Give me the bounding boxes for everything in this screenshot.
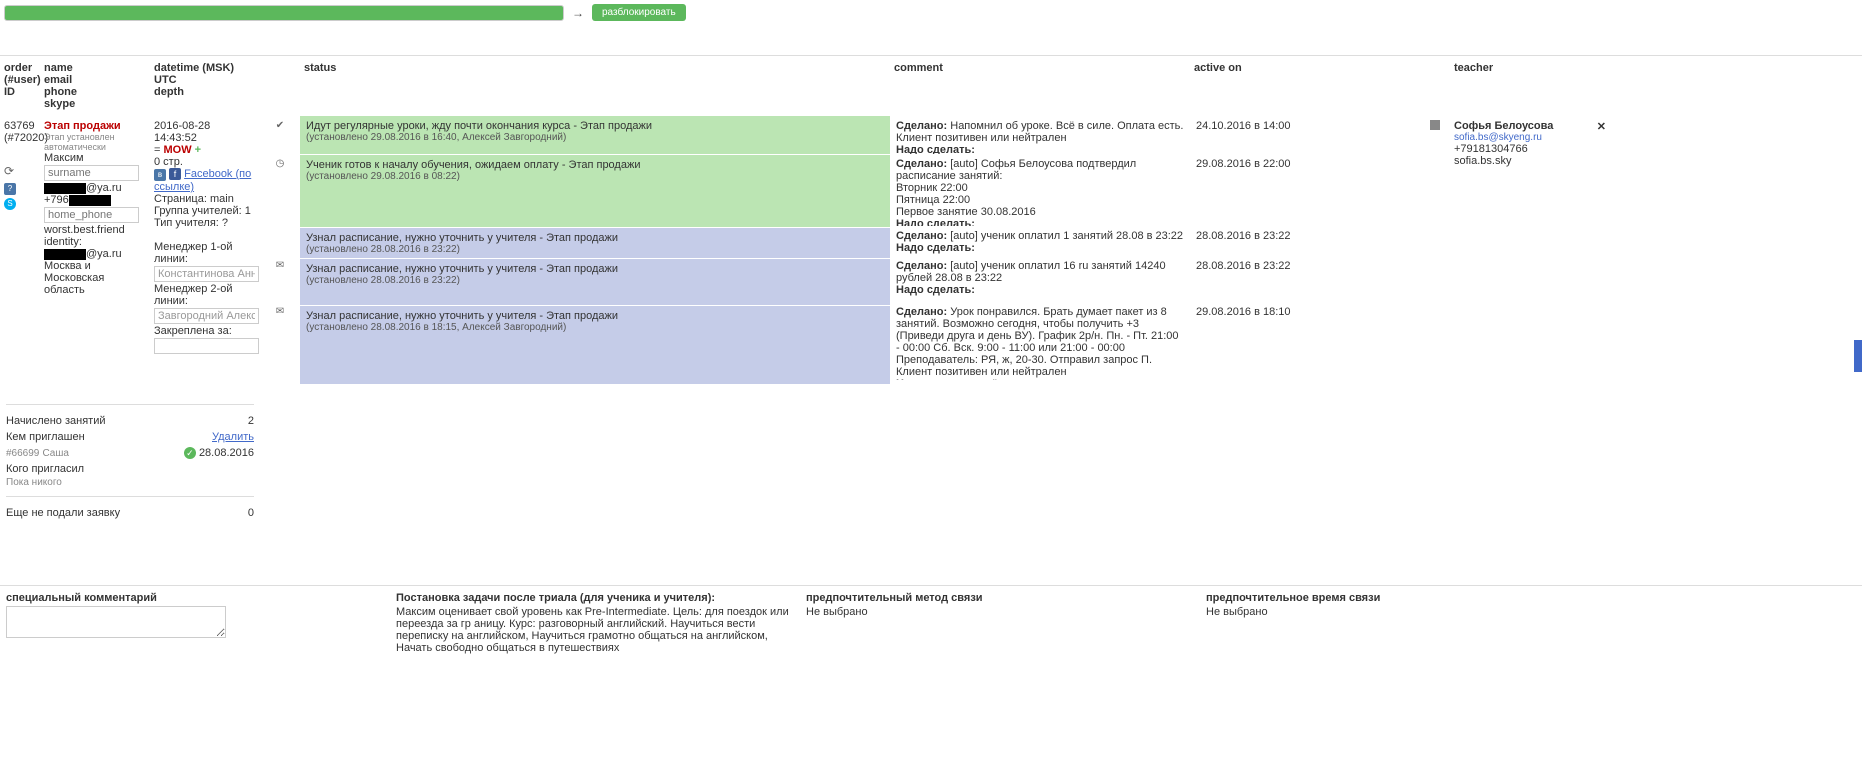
teacher-skype: sofia.bs.sky	[1454, 155, 1606, 167]
fixed-input[interactable]	[154, 338, 259, 354]
status-row[interactable]: Идут регулярные уроки, жду почти окончан…	[300, 116, 890, 154]
fixed-label: Закреплена за:	[154, 325, 256, 337]
trial-task-label: Постановка задачи после триала (для учен…	[396, 592, 796, 604]
header-name: name email phone skype	[40, 56, 150, 116]
home-phone-input[interactable]	[44, 207, 139, 223]
row-icon: ✉	[264, 260, 296, 306]
lessons-label: Начислено занятий	[6, 415, 106, 427]
sq-cell	[1420, 302, 1450, 380]
comment-cell: Сделано: Напомнил об уроке. Всё в силе. …	[890, 116, 1190, 154]
status-row[interactable]: Ученик готов к началу обучения, ожидаем …	[300, 155, 890, 227]
skype-icon[interactable]: S	[4, 198, 16, 210]
active-on-cell: 28.08.2016 в 23:22	[1190, 226, 1420, 256]
teacher-type: Тип учителя: ?	[154, 217, 256, 229]
trial-task-text: Максим оценивает свой уровень как Pre-In…	[396, 606, 796, 654]
unblock-button[interactable]: разблокировать	[592, 4, 686, 21]
mgr1-label: Менеджер 1-ой линии:	[154, 241, 256, 265]
page-display: Страница: main	[154, 193, 256, 205]
mgr1-input[interactable]	[154, 266, 259, 282]
header-comment: comment	[890, 56, 1190, 116]
tz-row: = MOW +	[154, 144, 256, 156]
header-datetime: datetime (MSK) UTC depth	[150, 56, 260, 116]
status-row[interactable]: Узнал расписание, нужно уточнить у учите…	[300, 306, 890, 384]
add-icon[interactable]: +	[195, 144, 201, 156]
header-sq	[1420, 56, 1450, 116]
order-id: 63769	[4, 120, 36, 132]
active-on-cell: 28.08.2016 в 23:22	[1190, 256, 1420, 302]
status-row[interactable]: Узнал расписание, нужно уточнить у учите…	[300, 259, 890, 305]
identity-label: identity:	[44, 236, 146, 248]
invited-by-label: Кем приглашен	[6, 431, 85, 443]
email-display: @ya.ru	[44, 182, 146, 194]
pref-time-label: предпочтительное время связи	[1206, 592, 1586, 604]
refresh-icon[interactable]: ⟳	[4, 164, 36, 178]
not-applied-label: Еще не подали заявку	[6, 507, 120, 519]
stop-icon[interactable]	[1430, 120, 1440, 130]
vk-icon[interactable]: ?	[4, 183, 16, 195]
header-teacher: teacher	[1450, 56, 1610, 116]
row-icon: ✉	[264, 306, 296, 384]
invited-who-value: Пока никого	[6, 477, 254, 488]
fb-icon[interactable]: f	[169, 168, 181, 180]
header-active: active on	[1190, 56, 1420, 116]
ref-id: #66699	[6, 448, 39, 459]
active-on-cell: 29.08.2016 в 22:00	[1190, 154, 1420, 226]
surname-input[interactable]	[44, 165, 139, 181]
order-user-id: (#72020)	[4, 132, 36, 144]
check-dot-icon: ✓	[184, 447, 196, 459]
row-icon: ✔	[264, 120, 296, 158]
active-on-cell: 29.08.2016 в 18:10	[1190, 302, 1420, 380]
row-icon	[264, 230, 296, 260]
mgr2-input[interactable]	[154, 308, 259, 324]
not-applied-value: 0	[248, 507, 254, 519]
active-on-cell: 24.10.2016 в 14:00	[1190, 116, 1420, 154]
stage-sublabel: Этап установлен автоматически	[44, 132, 146, 152]
skype-display: worst.best.friend	[44, 224, 146, 236]
progress-fill	[5, 6, 563, 20]
first-name: Максим	[44, 152, 146, 164]
arrow-icon: →	[572, 6, 584, 20]
comment-cell: Сделано: Урок понравился. Брать думает п…	[890, 302, 1190, 380]
teacher-close-icon[interactable]: ✕	[1597, 120, 1606, 133]
progress-bar	[4, 5, 564, 21]
status-row[interactable]: Узнал расписание, нужно уточнить у учите…	[300, 228, 890, 258]
teacher-email[interactable]: sofia.bs@skyeng.ru	[1454, 132, 1606, 143]
header-order-id: order (#user) ID	[0, 56, 40, 116]
identity-display: @ya.ru	[44, 248, 146, 260]
stage-label: Этап продажи	[44, 120, 146, 132]
pref-contact-label: предпочтительный метод связи	[806, 592, 1196, 604]
special-comment-textarea[interactable]	[6, 606, 226, 638]
vk-small-icon[interactable]: в	[154, 169, 166, 181]
comment-cell: Сделано: [auto] ученик оплатил 16 ru зан…	[890, 256, 1190, 302]
side-tab[interactable]	[1854, 340, 1862, 372]
datetime-display: 2016-08-28 14:43:52	[154, 120, 256, 144]
invited-by-delete-link[interactable]: Удалить	[212, 431, 254, 443]
sq-cell	[1420, 226, 1450, 256]
pref-contact-value: Не выбрано	[806, 606, 1196, 618]
special-comment-label: специальный комментарий	[6, 592, 386, 604]
header-icons	[260, 56, 300, 116]
phone-display: +796	[44, 194, 146, 206]
row-icon: ◷	[264, 158, 296, 230]
invited-who-label: Кого пригласил	[6, 463, 84, 475]
social-row: в f Facebook (по ссылке)	[154, 168, 256, 193]
sq-cell	[1420, 116, 1450, 154]
lessons-value: 2	[248, 415, 254, 427]
ref-name: Саша	[42, 448, 68, 459]
comment-cell: Сделано: [auto] ученик оплатил 1 занятий…	[890, 226, 1190, 256]
teacher-group: Группа учителей: 1	[154, 205, 256, 217]
pref-time-value: Не выбрано	[1206, 606, 1586, 618]
header-status: status	[300, 56, 890, 116]
ref-date: 28.08.2016	[199, 447, 254, 459]
pages-display: 0 стр.	[154, 156, 256, 168]
sq-cell	[1420, 256, 1450, 302]
mgr2-label: Менеджер 2-ой линии:	[154, 283, 256, 307]
region-display: Москва и Московская область	[44, 260, 146, 296]
teacher-phone: +79181304766	[1454, 143, 1606, 155]
sq-cell	[1420, 154, 1450, 226]
teacher-name: Софья Белоусова	[1454, 120, 1553, 132]
comment-cell: Сделано: [auto] Софья Белоусова подтверд…	[890, 154, 1190, 226]
